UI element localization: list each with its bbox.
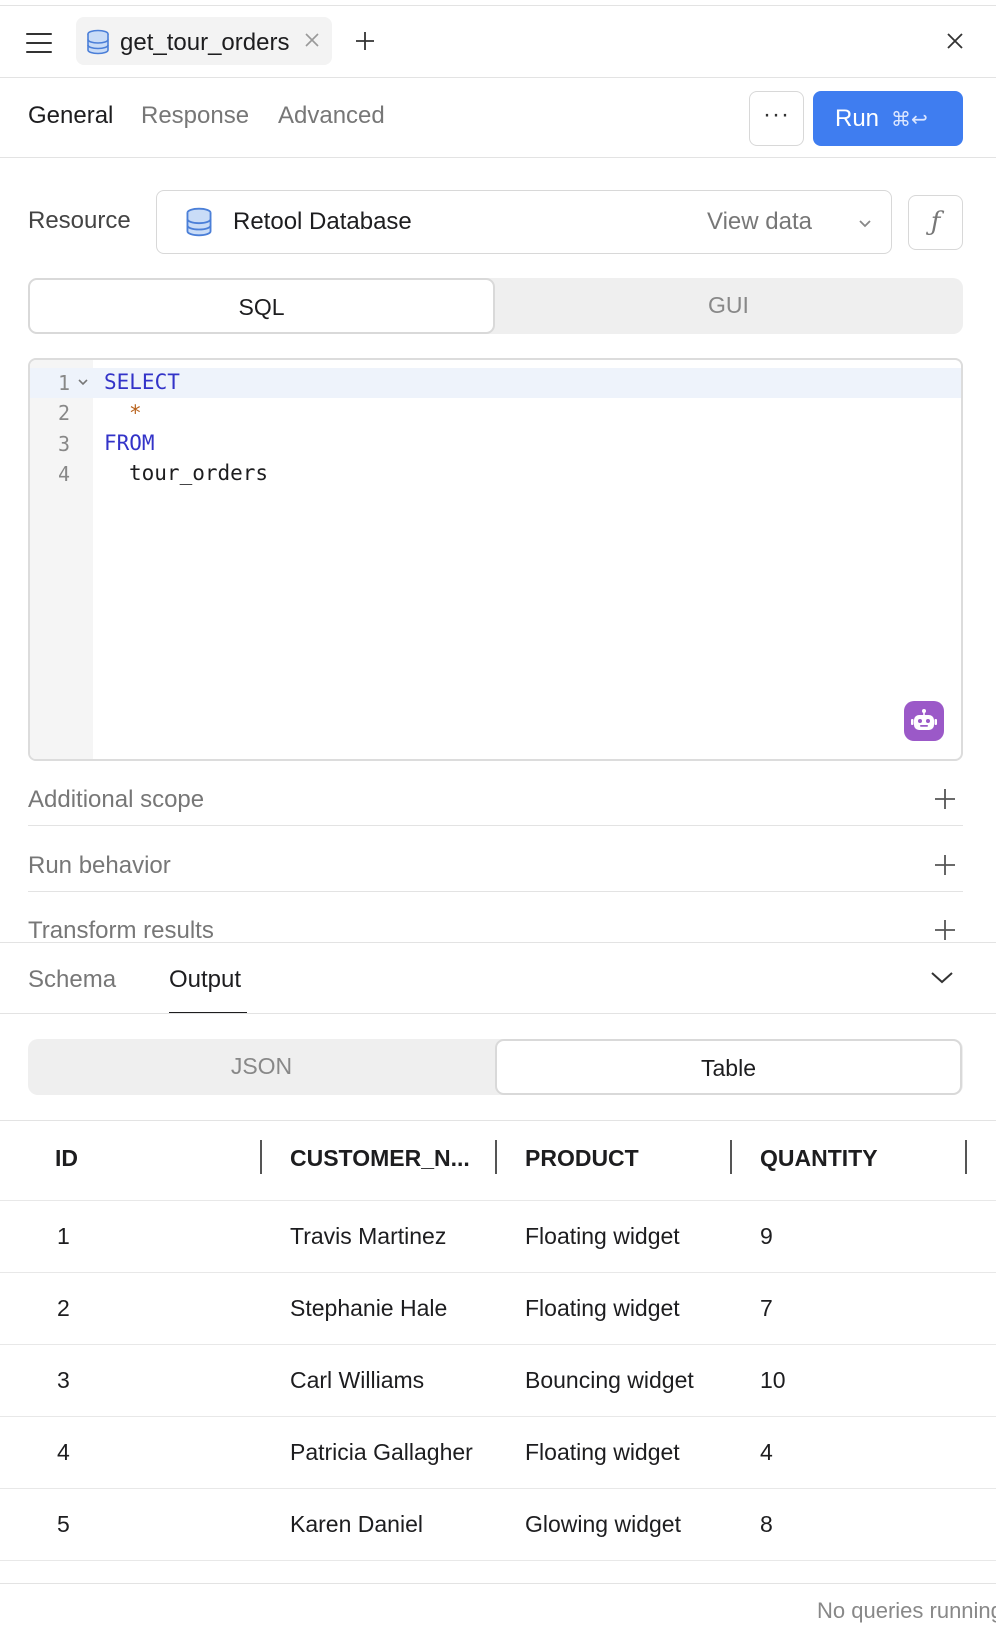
code-line: * (129, 401, 142, 425)
tab-output[interactable]: Output (169, 966, 241, 994)
run-button[interactable]: Run ⌘↩ (813, 91, 963, 146)
column-header-customer[interactable]: CUSTOMER_N... (290, 1145, 470, 1172)
cell-customer: Travis Martinez (290, 1223, 447, 1249)
section-label: Run behavior (28, 852, 171, 879)
view-data-link[interactable]: View data (707, 208, 812, 236)
fold-chevron-icon[interactable] (77, 374, 89, 392)
sql-editor[interactable]: 1 2 3 4 SELECT * FROM tour_orders (28, 358, 963, 761)
status-bar-border (0, 1583, 996, 1584)
section-label: Additional scope (28, 786, 205, 813)
database-icon (185, 207, 213, 242)
mode-gui[interactable]: GUI (495, 278, 962, 334)
cell-product: Floating widget (525, 1223, 680, 1249)
resource-name: Retool Database (233, 208, 412, 235)
column-header-quantity[interactable]: QUANTITY (760, 1145, 878, 1172)
table-border (0, 1120, 996, 1121)
tab-schema[interactable]: Schema (28, 966, 116, 994)
divider (28, 891, 963, 892)
tab-response[interactable]: Response (141, 102, 249, 130)
cell-customer: Patricia Gallagher (290, 1439, 473, 1465)
run-label: Run (835, 105, 880, 132)
column-resizer[interactable] (730, 1140, 732, 1174)
format-json[interactable]: JSON (28, 1039, 495, 1095)
column-resizer[interactable] (965, 1140, 967, 1174)
tab-general[interactable]: General (28, 102, 113, 130)
menu-icon[interactable] (26, 33, 52, 53)
table-row[interactable]: 2 Stephanie Hale Floating widget 7 (0, 1272, 996, 1344)
table-row[interactable]: 1 Travis Martinez Floating widget 9 (0, 1200, 996, 1272)
code-line: tour_orders (129, 461, 269, 485)
line-number: 2 (57, 401, 70, 425)
cell-quantity: 9 (760, 1223, 773, 1249)
divider (0, 1013, 996, 1014)
cell-id: 5 (57, 1511, 70, 1537)
cell-id: 4 (57, 1439, 70, 1465)
cell-product: Bouncing widget (525, 1367, 694, 1393)
add-tab-icon[interactable] (354, 30, 376, 52)
output-panel-border (0, 942, 996, 943)
section-label: Transform results (28, 917, 214, 944)
code-line: SELECT (104, 370, 180, 394)
query-name: get_tour_orders (120, 29, 290, 56)
table-border (0, 1560, 996, 1561)
ai-assist-icon[interactable] (904, 701, 944, 741)
table-row[interactable]: 4 Patricia Gallagher Floating widget 4 (0, 1416, 996, 1488)
cell-id: 3 (57, 1367, 70, 1393)
code-line: FROM (104, 431, 155, 455)
section-run-behavior[interactable]: Run behavior (28, 832, 963, 896)
column-header-product[interactable]: PRODUCT (525, 1145, 639, 1172)
chevron-down-icon[interactable] (928, 966, 956, 993)
cell-customer: Stephanie Hale (290, 1295, 448, 1321)
cell-id: 2 (57, 1295, 70, 1321)
cell-id: 1 (57, 1223, 70, 1249)
close-icon[interactable] (944, 30, 966, 52)
query-subnav: General Response Advanced ··· Run ⌘↩ (0, 78, 996, 158)
chevron-down-icon (857, 217, 873, 235)
line-number: 3 (57, 432, 70, 456)
query-mode-toggle: SQL GUI (28, 278, 963, 334)
column-header-id[interactable]: ID (55, 1145, 78, 1172)
format-table[interactable]: Table (495, 1039, 962, 1095)
line-number: 4 (57, 462, 70, 486)
cell-quantity: 4 (760, 1439, 773, 1465)
query-tab[interactable]: get_tour_orders (76, 17, 332, 65)
tab-advanced[interactable]: Advanced (278, 102, 385, 130)
cell-product: Glowing widget (525, 1511, 681, 1537)
column-resizer[interactable] (495, 1140, 497, 1174)
cell-quantity: 8 (760, 1511, 773, 1537)
section-transform-results[interactable]: Transform results (28, 897, 963, 961)
query-status: No queries running (817, 1598, 996, 1623)
close-tab-icon[interactable] (303, 31, 321, 54)
column-resizer[interactable] (260, 1140, 262, 1174)
mode-sql[interactable]: SQL (28, 278, 495, 334)
more-icon: ··· (763, 101, 790, 128)
divider (28, 825, 963, 826)
resource-label: Resource (28, 207, 131, 234)
database-icon (86, 29, 110, 60)
line-number: 1 (57, 371, 70, 395)
query-header: get_tour_orders (0, 6, 996, 78)
plus-icon (933, 853, 957, 882)
cell-customer: Carl Williams (290, 1367, 425, 1393)
cell-product: Floating widget (525, 1439, 680, 1465)
output-format-toggle: JSON Table (28, 1039, 963, 1095)
table-row[interactable]: 3 Carl Williams Bouncing widget 10 (0, 1344, 996, 1416)
plus-icon (933, 787, 957, 816)
cell-product: Floating widget (525, 1295, 680, 1321)
section-additional-scope[interactable]: Additional scope (28, 766, 963, 830)
cell-quantity: 10 (760, 1367, 786, 1393)
function-button[interactable]: ƒ (908, 195, 963, 250)
cell-customer: Karen Daniel (290, 1511, 423, 1537)
run-shortcut: ⌘↩ (891, 109, 928, 131)
cell-quantity: 7 (760, 1295, 773, 1321)
more-options-button[interactable]: ··· (749, 91, 804, 146)
function-icon: ƒ (930, 207, 941, 237)
table-row[interactable]: 5 Karen Daniel Glowing widget 8 (0, 1488, 996, 1560)
resource-select[interactable]: Retool Database View data (156, 190, 892, 254)
